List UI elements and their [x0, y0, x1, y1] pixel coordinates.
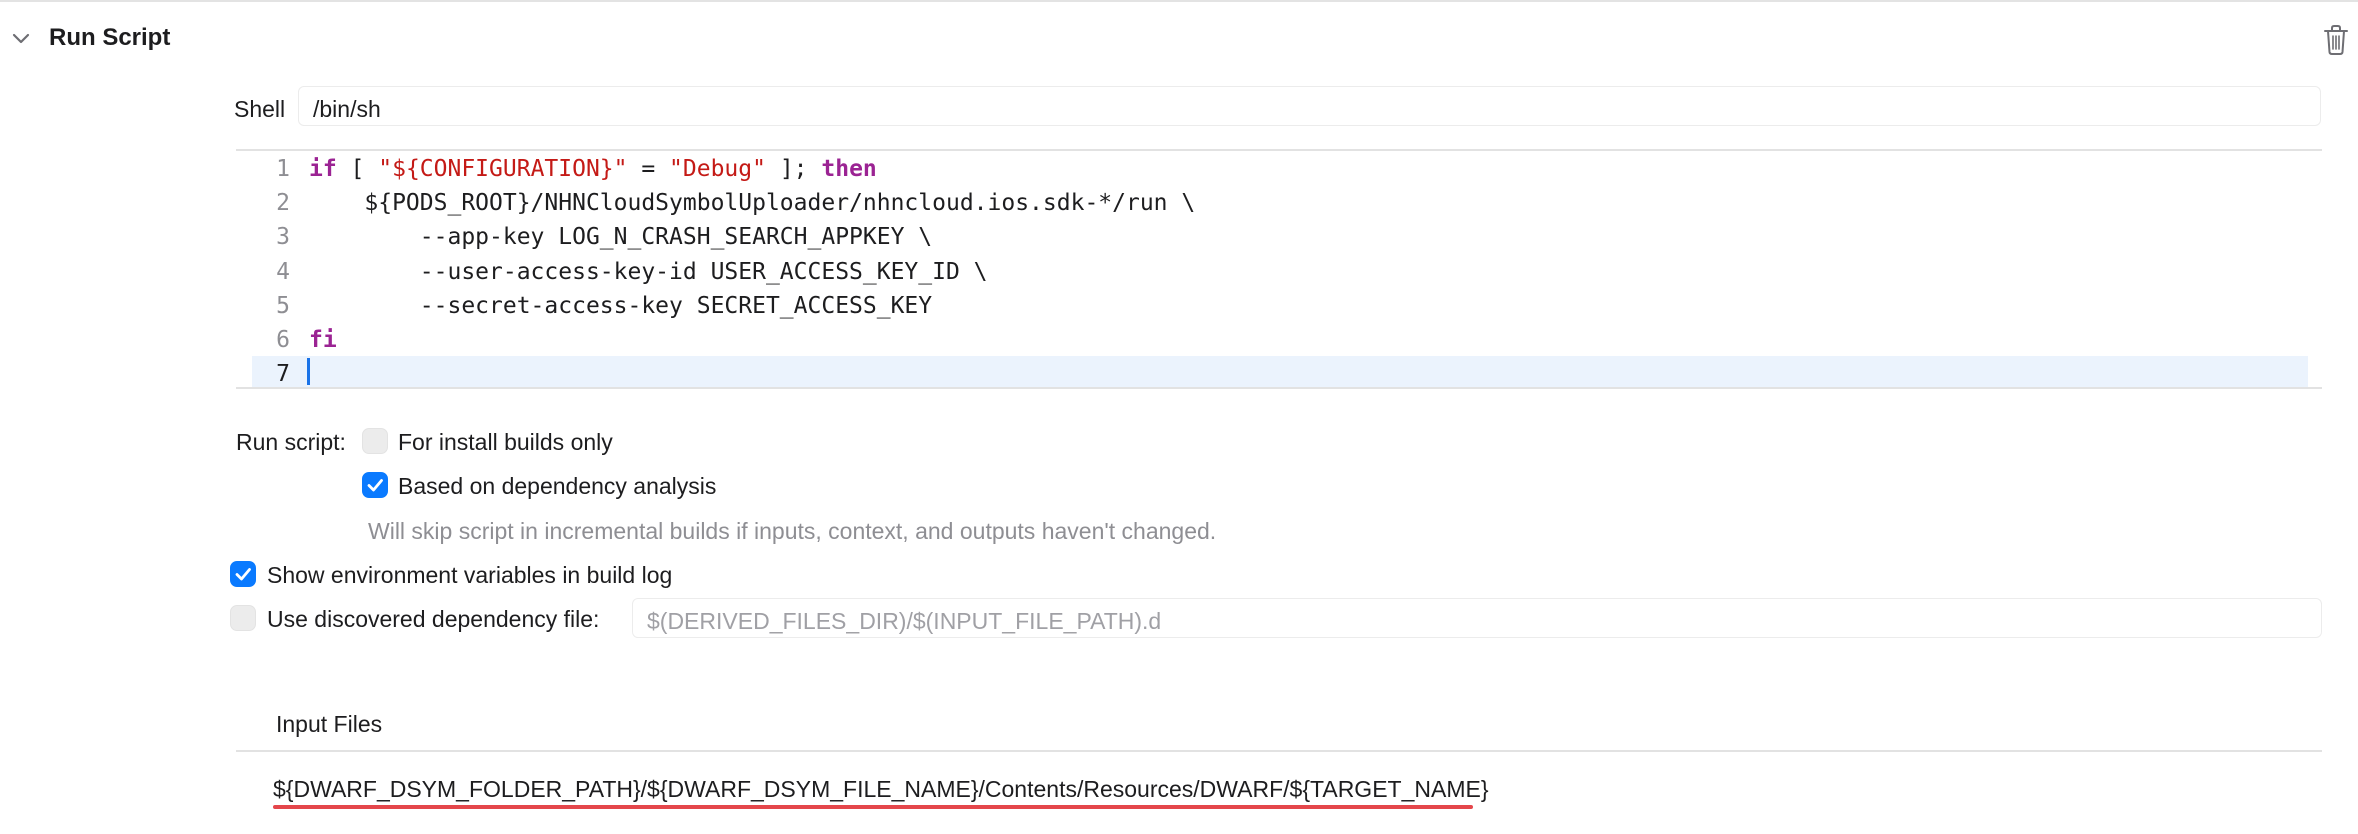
discovered-dep-file-label[interactable]: Use discovered dependency file:	[267, 606, 599, 633]
code-token: --secret-access-key SECRET_ACCESS_KEY	[309, 292, 933, 319]
chevron-down-icon[interactable]	[10, 28, 32, 50]
dependency-file-input[interactable]: $(DERIVED_FILES_DIR)/$(INPUT_FILE_PATH).…	[632, 598, 2322, 638]
line-number: 6	[276, 327, 290, 353]
code-text: --app-key LOG_N_CRASH_SEARCH_APPKEY \	[309, 224, 932, 250]
code-text: ${PODS_ROOT}/NHNCloudSymbolUploader/nhnc…	[309, 190, 1195, 216]
input-file-item[interactable]: ${DWARF_DSYM_FOLDER_PATH}/${DWARF_DSYM_F…	[273, 776, 1489, 803]
discovered-dep-file-checkbox[interactable]	[230, 605, 256, 631]
checkmark-icon	[235, 568, 251, 581]
editor-bottom-border	[236, 387, 2322, 389]
code-text: fi	[309, 327, 337, 353]
code-string: "${CONFIGURATION}"	[378, 156, 628, 182]
code-line[interactable]: 4 --user-access-key-id USER_ACCESS_KEY_I…	[236, 254, 2312, 288]
code-line[interactable]: 7	[236, 356, 2312, 390]
code-keyword: fi	[309, 327, 337, 353]
line-number: 4	[276, 258, 290, 285]
shell-input[interactable]: /bin/sh	[298, 86, 2321, 126]
spelling-error-underline	[273, 805, 1473, 809]
code-line[interactable]: 5 --secret-access-key SECRET_ACCESS_KEY	[236, 288, 2312, 322]
code-token: --user-access-key-id USER_ACCESS_KEY_ID …	[309, 258, 988, 285]
dependency-analysis-label[interactable]: Based on dependency analysis	[398, 473, 716, 500]
code-token: --app-key LOG_N_CRASH_SEARCH_APPKEY \	[309, 224, 933, 251]
code-token: ${PODS_ROOT}/NHNCloudSymbolUploader/nhnc…	[309, 190, 1196, 217]
code-keyword: then	[821, 156, 877, 182]
code-token: =	[627, 156, 670, 182]
show-env-vars-label[interactable]: Show environment variables in build log	[267, 562, 672, 589]
code-token: [	[336, 156, 379, 182]
code-string: "Debug"	[669, 156, 766, 182]
code-line[interactable]: 2 ${PODS_ROOT}/NHNCloudSymbolUploader/nh…	[236, 185, 2312, 219]
dependency-analysis-checkbox[interactable]	[362, 472, 388, 498]
section-title: Run Script	[49, 24, 171, 51]
line-number: 7	[276, 361, 290, 388]
input-files-header: Input Files	[276, 711, 383, 737]
code-text: if [ "${CONFIGURATION}" = "Debug" ]; the…	[309, 156, 877, 182]
input-files-divider	[236, 750, 2322, 752]
code-line[interactable]: 3 --app-key LOG_N_CRASH_SEARCH_APPKEY \	[236, 219, 2312, 253]
line-number: 1	[276, 156, 290, 182]
code-line[interactable]: 1 if [ "${CONFIGURATION}" = "Debug" ]; th…	[236, 151, 2312, 185]
code-text: --user-access-key-id USER_ACCESS_KEY_ID …	[309, 259, 988, 285]
shell-label: Shell	[234, 96, 286, 122]
code-token: ];	[765, 156, 822, 182]
show-env-vars-checkbox[interactable]	[230, 561, 256, 587]
top-divider	[0, 0, 2358, 2]
dependency-hint: Will skip script in incremental builds i…	[368, 518, 1217, 544]
line-number: 2	[276, 190, 290, 217]
checkmark-icon	[367, 479, 383, 492]
trash-icon[interactable]	[2322, 24, 2350, 56]
code-line[interactable]: 6 fi	[236, 322, 2312, 356]
install-builds-only-checkbox[interactable]	[362, 428, 388, 454]
text-cursor	[307, 358, 310, 385]
install-builds-only-label[interactable]: For install builds only	[398, 429, 613, 456]
line-number: 3	[276, 224, 290, 251]
run-script-label: Run script:	[236, 429, 346, 455]
code-text: --secret-access-key SECRET_ACCESS_KEY	[309, 293, 932, 319]
code-keyword: if	[309, 156, 337, 182]
line-number: 5	[276, 292, 290, 319]
